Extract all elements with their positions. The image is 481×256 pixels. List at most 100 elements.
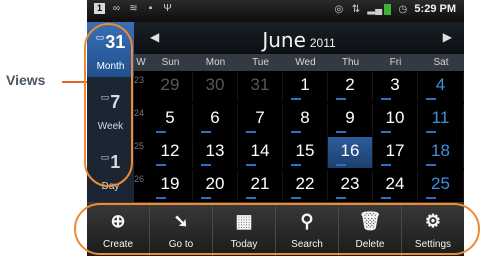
next-month-icon[interactable]: ▶ [443, 30, 452, 44]
event-marker [291, 131, 301, 133]
gear-icon: ⚙ [424, 211, 442, 231]
event-marker [246, 197, 256, 199]
weekday-label: Fri [389, 57, 402, 68]
event-marker [336, 98, 346, 100]
views-sidebar: ▭31 Month ▭7 Week ▭1 Day [87, 22, 134, 202]
status-bar: 1 ∞ ≋ ▪ Ψ ◎ ⇅ ▂▄ ◷ 5:29 PM [87, 0, 464, 22]
trash-icon: 🗑 [358, 211, 382, 231]
day-cell[interactable]: 30 [193, 71, 238, 102]
event-marker [156, 164, 166, 166]
week-number: 26 [134, 174, 145, 184]
day-number: 9 [345, 108, 355, 127]
event-marker [381, 197, 391, 199]
toolbar-button-label: Search [291, 239, 323, 250]
sim-icon: ▪ [148, 3, 153, 14]
day-number: 30 [205, 75, 225, 94]
event-marker [426, 131, 436, 133]
day-cell[interactable]: 12 [148, 137, 193, 168]
views-callout-line [62, 81, 87, 83]
day-cell[interactable]: 15 [283, 137, 328, 168]
day-number: 13 [205, 141, 225, 160]
view-month-button[interactable]: ▭31 Month [87, 22, 134, 77]
day-cell[interactable]: 24 [373, 170, 418, 201]
event-marker [381, 131, 391, 133]
delete-button[interactable]: 🗑 Delete [339, 202, 402, 256]
event-marker [201, 164, 211, 166]
day-number: 10 [385, 108, 405, 127]
day-cell[interactable]: 13 [193, 137, 238, 168]
day-number: 11 [431, 108, 450, 127]
day-number: 12 [160, 141, 180, 160]
go-to-button[interactable]: ➘ Go to [150, 202, 213, 256]
week-row: 26 19 20 21 22 23 24 25 [134, 170, 464, 202]
toolbar-button-label: Settings [414, 239, 452, 250]
weekday-label: Wed [295, 57, 316, 68]
day-number: 8 [300, 108, 310, 127]
bottom-toolbar: ⊕ Create ➘ Go to ▦ Today ⚲ Search 🗑 Delete ⚙ Settin… [87, 202, 464, 256]
weekday-label: Thu [341, 57, 360, 68]
day-cell[interactable]: 18 [418, 137, 464, 168]
magnifier-icon: ⚲ [300, 211, 314, 231]
calendar-grid-icon: ▦ [235, 211, 253, 231]
day-number: 23 [340, 174, 360, 193]
day-cell[interactable]: 23 [328, 170, 373, 201]
event-marker [291, 164, 301, 166]
day-cell[interactable]: 5 [148, 104, 193, 135]
day-cell[interactable]: 31 [238, 71, 283, 102]
views-callout-label: Views [6, 72, 46, 88]
calendar-icon: ▭ [100, 92, 110, 102]
event-marker [156, 197, 166, 199]
wifi-icon: ≋ [129, 3, 138, 14]
event-marker [246, 131, 256, 133]
day-cell[interactable]: 21 [238, 170, 283, 201]
month-title: June 2011 [134, 28, 464, 52]
day-cell[interactable]: 25 [418, 170, 464, 201]
weekday-label: Mon [205, 57, 226, 68]
toolbar-button-label: Today [230, 239, 258, 250]
year-label: 2011 [309, 36, 336, 50]
day-cell[interactable]: 14 [238, 137, 283, 168]
day-cell[interactable]: 20 [193, 170, 238, 201]
pointer-icon: ➘ [173, 211, 189, 231]
day-number: 29 [160, 75, 180, 94]
day-cell[interactable]: 8 [283, 104, 328, 135]
day-number: 17 [385, 141, 405, 160]
view-day-button[interactable]: ▭1 Day [87, 142, 134, 197]
day-cell[interactable]: 3 [373, 71, 418, 102]
signal-icon: ▂▄ [367, 3, 383, 15]
day-number: 7 [255, 108, 265, 127]
event-marker [336, 164, 346, 166]
event-marker [201, 197, 211, 199]
day-cell[interactable]: 4 [418, 71, 464, 102]
event-marker [426, 164, 436, 166]
day-number: 21 [250, 174, 270, 193]
day-cell[interactable]: 9 [328, 104, 373, 135]
day-number: 24 [385, 174, 405, 193]
day-cell[interactable]: 11 [418, 104, 464, 135]
status-time: 5:29 PM [414, 3, 456, 15]
day-number: 1 [300, 75, 310, 94]
day-cell[interactable]: 19 [148, 170, 193, 201]
search-button[interactable]: ⚲ Search [276, 202, 339, 256]
event-marker [156, 131, 166, 133]
day-cell-today[interactable]: 16 [328, 137, 373, 168]
network-icon: ⇅ [351, 3, 361, 15]
day-cell[interactable]: 2 [328, 71, 373, 102]
day-cell[interactable]: 29 [148, 71, 193, 102]
today-button[interactable]: ▦ Today [213, 202, 276, 256]
day-number: 20 [205, 174, 225, 193]
day-number: 31 [250, 75, 270, 94]
day-cell[interactable]: 7 [238, 104, 283, 135]
week-row: 24 5 6 7 8 9 10 11 [134, 104, 464, 136]
weekday-label: Sun [161, 57, 180, 68]
create-button[interactable]: ⊕ Create [87, 202, 150, 256]
view-week-button[interactable]: ▭7 Week [87, 82, 134, 137]
event-marker [336, 197, 346, 199]
day-cell[interactable]: 17 [373, 137, 418, 168]
day-cell[interactable]: 10 [373, 104, 418, 135]
day-cell[interactable]: 6 [193, 104, 238, 135]
usb-icon: Ψ [163, 3, 172, 14]
day-cell[interactable]: 1 [283, 71, 328, 102]
day-cell[interactable]: 22 [283, 170, 328, 201]
settings-button[interactable]: ⚙ Settings [402, 202, 464, 256]
